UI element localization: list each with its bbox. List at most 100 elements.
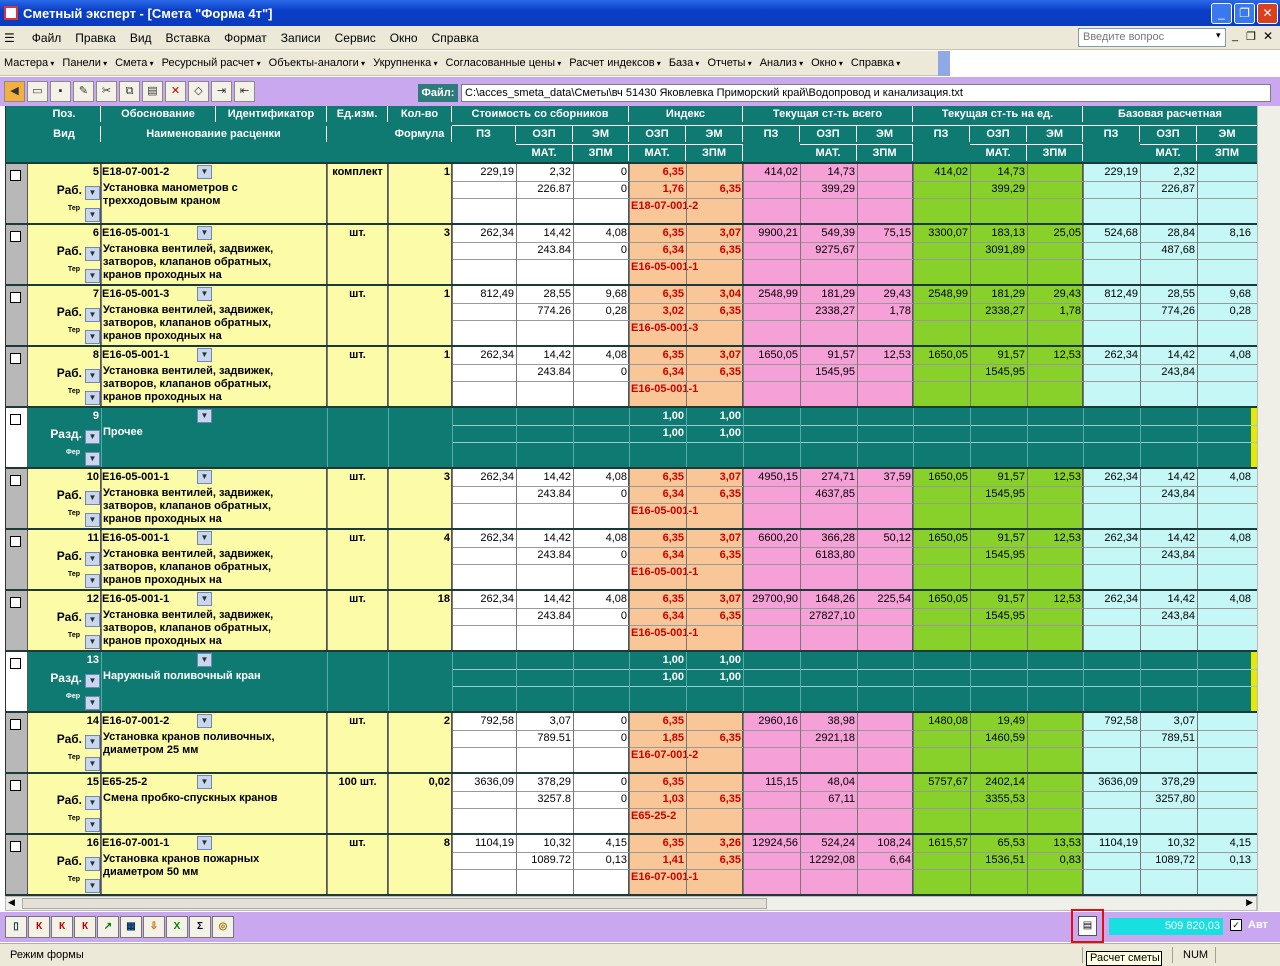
toolbar-masters[interactable]: Мастера xyxy=(0,57,58,69)
doc-icon[interactable]: ☰ xyxy=(0,31,25,45)
row-checkbox[interactable] xyxy=(10,780,21,791)
doc-close-icon[interactable]: ✕ xyxy=(1263,29,1273,43)
row-checkbox[interactable] xyxy=(10,536,21,547)
row-checkbox[interactable] xyxy=(10,353,21,364)
estimate-row[interactable]: 8 Е16-05-001-1 ▼ Раб. ▼ ▼ Тер Установка вентиле… xyxy=(6,347,1257,408)
norm-base-dropdown-icon[interactable]: ▼ xyxy=(85,696,100,710)
open-folder-icon[interactable]: ▭ xyxy=(27,81,48,102)
norm-base-dropdown-icon[interactable]: ▼ xyxy=(85,269,100,283)
toolbar-window[interactable]: Окно xyxy=(807,57,847,69)
code-dropdown-icon[interactable]: ▼ xyxy=(197,409,212,423)
row-checkbox[interactable] xyxy=(10,170,21,181)
menu-item-service[interactable]: Сервис xyxy=(328,31,383,45)
section-row[interactable]: 13 ▼ Разд. ▼ ▼ Фер Наружный поливочный кран 1,0… xyxy=(6,652,1257,713)
toolbar-resource-calc[interactable]: Ресурсный расчет xyxy=(158,57,265,69)
code-dropdown-icon[interactable]: ▼ xyxy=(197,226,212,240)
move-row-icon[interactable]: ⇤ xyxy=(234,81,255,102)
code-dropdown-icon[interactable]: ▼ xyxy=(197,470,212,484)
toolbar-reports[interactable]: Отчеты xyxy=(703,57,755,69)
code-dropdown-icon[interactable]: ▼ xyxy=(197,531,212,545)
eraser-icon[interactable]: ◇ xyxy=(188,81,209,102)
vid-dropdown-icon[interactable]: ▼ xyxy=(85,796,100,810)
back-icon[interactable]: ◀ xyxy=(4,81,25,102)
vid-dropdown-icon[interactable]: ▼ xyxy=(85,247,100,261)
ask-question-input[interactable]: Введите вопрос xyxy=(1078,28,1226,47)
norm-base-dropdown-icon[interactable]: ▼ xyxy=(85,391,100,405)
toolbar-grip[interactable] xyxy=(938,51,950,76)
toolbar-help[interactable]: Справка xyxy=(847,57,904,69)
code-dropdown-icon[interactable]: ▼ xyxy=(197,775,212,789)
vid-dropdown-icon[interactable]: ▼ xyxy=(85,491,100,505)
report-k3-icon[interactable]: К xyxy=(74,916,96,938)
report-k1-icon[interactable]: К xyxy=(28,916,50,938)
vid-dropdown-icon[interactable]: ▼ xyxy=(85,857,100,871)
row-checkbox[interactable] xyxy=(10,597,21,608)
paste-icon[interactable]: ▤ xyxy=(142,81,163,102)
estimate-row[interactable]: 11 Е16-05-001-1 ▼ Раб. ▼ ▼ Тер Установка вентил… xyxy=(6,530,1257,591)
norm-base-dropdown-icon[interactable]: ▼ xyxy=(85,574,100,588)
edit-icon[interactable]: ✎ xyxy=(73,81,94,102)
report-k2-icon[interactable]: К xyxy=(51,916,73,938)
norm-base-dropdown-icon[interactable]: ▼ xyxy=(85,635,100,649)
menu-item-insert[interactable]: Вставка xyxy=(159,31,218,45)
norm-base-dropdown-icon[interactable]: ▼ xyxy=(85,757,100,771)
menu-item-format[interactable]: Формат xyxy=(217,31,274,45)
copy-icon[interactable]: ⧉ xyxy=(119,81,140,102)
code-dropdown-icon[interactable]: ▼ xyxy=(197,836,212,850)
row-checkbox[interactable] xyxy=(10,292,21,303)
estimate-row[interactable]: 10 Е16-05-001-1 ▼ Раб. ▼ ▼ Тер Установка вентил… xyxy=(6,469,1257,530)
vid-dropdown-icon[interactable]: ▼ xyxy=(85,674,100,688)
vid-dropdown-icon[interactable]: ▼ xyxy=(85,369,100,383)
code-dropdown-icon[interactable]: ▼ xyxy=(197,287,212,301)
menu-item-window[interactable]: Окно xyxy=(383,31,425,45)
norm-base-dropdown-icon[interactable]: ▼ xyxy=(85,208,100,222)
row-checkbox[interactable] xyxy=(10,658,21,669)
vid-dropdown-icon[interactable]: ▼ xyxy=(85,613,100,627)
toolbar-index-calc[interactable]: Расчет индексов xyxy=(565,57,665,69)
calculate-estimate-button[interactable]: ▤ xyxy=(1071,909,1104,943)
toolbar-agreed-prices[interactable]: Согласованные цены xyxy=(442,57,566,69)
row-checkbox[interactable] xyxy=(10,841,21,852)
code-dropdown-icon[interactable]: ▼ xyxy=(197,348,212,362)
estimate-row[interactable]: 12 Е16-05-001-1 ▼ Раб. ▼ ▼ Тер Установка вентил… xyxy=(6,591,1257,652)
estimate-row[interactable]: 15 Е65-25-2 ▼ Раб. ▼ ▼ Тер Смена пробко-спускны… xyxy=(6,774,1257,835)
chart-icon[interactable]: ↗ xyxy=(97,916,119,938)
auto-checkbox[interactable]: ✓ xyxy=(1230,919,1242,931)
vid-dropdown-icon[interactable]: ▼ xyxy=(85,735,100,749)
estimate-row[interactable]: 7 Е16-05-001-3 ▼ Раб. ▼ ▼ Тер Установка вентиле… xyxy=(6,286,1257,347)
norm-base-dropdown-icon[interactable]: ▼ xyxy=(85,513,100,527)
excel-icon[interactable]: X xyxy=(166,916,188,938)
book-icon[interactable]: ▯ xyxy=(5,916,27,938)
vid-dropdown-icon[interactable]: ▼ xyxy=(85,186,100,200)
sum-icon[interactable]: Σ xyxy=(189,916,211,938)
section-row[interactable]: 9 ▼ Разд. ▼ ▼ Фер Прочее 1,00 1,00 1,00 1,00 xyxy=(6,408,1257,469)
maximize-icon[interactable]: ❐ xyxy=(1234,3,1255,24)
toolbar-analog-objects[interactable]: Объекты-аналоги xyxy=(265,57,369,69)
row-checkbox[interactable] xyxy=(10,414,21,425)
toolbar-analysis[interactable]: Анализ xyxy=(756,57,807,69)
code-dropdown-icon[interactable]: ▼ xyxy=(197,714,212,728)
menu-item-edit[interactable]: Правка xyxy=(68,31,123,45)
delete-icon[interactable]: ✕ xyxy=(165,81,186,102)
vid-dropdown-icon[interactable]: ▼ xyxy=(85,552,100,566)
coins-icon[interactable]: ◎ xyxy=(212,916,234,938)
ask-dropdown-icon[interactable]: ▾ xyxy=(1216,30,1221,41)
row-checkbox[interactable] xyxy=(10,719,21,730)
doc-minimize-icon[interactable]: _ xyxy=(1232,30,1238,42)
row-checkbox[interactable] xyxy=(10,475,21,486)
estimate-row[interactable]: 16 Е16-07-001-1 ▼ Раб. ▼ ▼ Тер Установка кранов… xyxy=(6,835,1257,896)
menu-item-view[interactable]: Вид xyxy=(123,31,159,45)
estimate-row[interactable]: 14 Е16-07-001-2 ▼ Раб. ▼ ▼ Тер Установка кранов… xyxy=(6,713,1257,774)
table-icon[interactable]: ▦ xyxy=(120,916,142,938)
file-path-field[interactable]: C:\acces_smeta_data\Сметы\вч 51430 Яковл… xyxy=(461,84,1271,102)
toolbar-smeta[interactable]: Смета xyxy=(111,57,158,69)
cut-icon[interactable]: ✂ xyxy=(96,81,117,102)
norm-base-dropdown-icon[interactable]: ▼ xyxy=(85,818,100,832)
horizontal-scrollbar[interactable]: ◀ ▶ xyxy=(5,896,1257,911)
vertical-scrollbar[interactable] xyxy=(1257,106,1280,911)
minimize-icon[interactable]: _ xyxy=(1211,3,1232,24)
toolbar-ukrupnenka[interactable]: Укрупненка xyxy=(369,57,441,69)
toolbar-panels[interactable]: Панели xyxy=(58,57,111,69)
code-dropdown-icon[interactable]: ▼ xyxy=(197,592,212,606)
norm-base-dropdown-icon[interactable]: ▼ xyxy=(85,330,100,344)
